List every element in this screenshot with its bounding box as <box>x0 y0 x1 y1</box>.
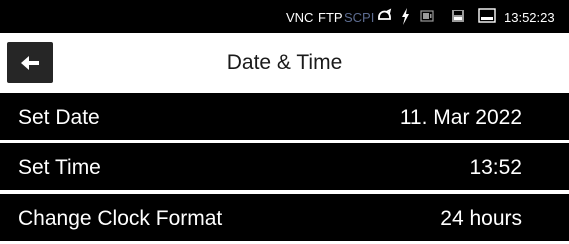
clock-time: 13:52:23 <box>504 10 555 25</box>
status-bar: VNC FTP SCPI 13:52:23 <box>0 0 569 33</box>
set-date-value: 11. Mar 2022 <box>399 106 522 129</box>
sync-icon <box>378 8 392 20</box>
clock-format-row[interactable]: Change Clock Format 24 hours <box>0 194 569 241</box>
header: Date & Time <box>0 33 569 93</box>
lightning-icon <box>402 8 409 25</box>
set-time-value: 13:52 <box>469 156 522 179</box>
set-date-row[interactable]: Set Date 11. Mar 2022 <box>0 93 569 140</box>
set-time-row[interactable]: Set Time 13:52 <box>0 143 569 190</box>
vnc-indicator: VNC <box>286 10 314 25</box>
scpi-indicator: SCPI <box>344 10 375 25</box>
screen-icon <box>478 8 496 23</box>
set-date-label: Set Date <box>18 106 100 129</box>
disk-icon <box>452 10 464 22</box>
ftp-indicator: FTP <box>318 10 343 25</box>
clock-format-label: Change Clock Format <box>18 207 223 230</box>
battery-icon <box>420 10 434 22</box>
set-time-label: Set Time <box>18 156 101 179</box>
page-title: Date & Time <box>226 51 343 74</box>
clock-format-value: 24 hours <box>440 207 522 230</box>
